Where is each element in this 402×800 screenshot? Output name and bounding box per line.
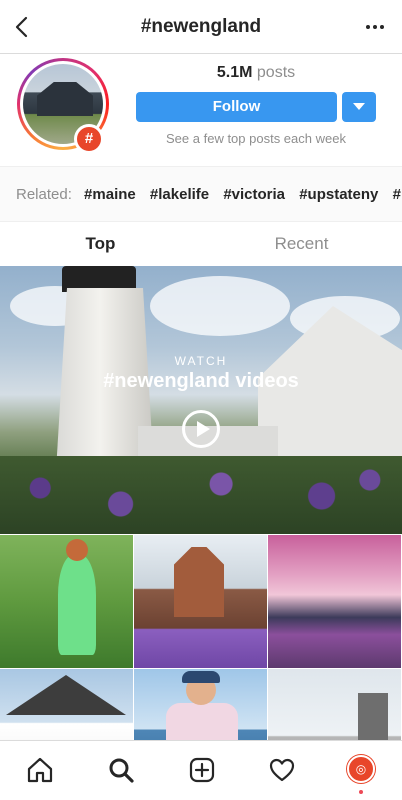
add-post-icon[interactable]	[187, 755, 217, 785]
posts-count-value: 5.1M	[216, 64, 253, 81]
related-tag[interactable]: #	[393, 186, 401, 203]
video-title: #newengland videos	[103, 370, 299, 392]
tab-recent[interactable]: Recent	[201, 234, 402, 254]
watch-label: WATCH	[174, 354, 228, 368]
tab-top[interactable]: Top	[0, 234, 201, 254]
follow-options-button[interactable]	[342, 92, 376, 122]
grid-post[interactable]	[0, 535, 133, 668]
top-bar: #newengland	[0, 0, 402, 54]
related-label: Related:	[16, 186, 72, 203]
grid-post[interactable]	[134, 669, 267, 740]
feed-tabs: Top Recent	[0, 222, 402, 266]
related-tag[interactable]: #upstateny	[299, 186, 378, 203]
grid-post[interactable]	[268, 535, 401, 668]
hashtag-badge-icon: #	[74, 124, 104, 154]
hashtag-profile: # 5.1M posts Follow See a few top posts …	[0, 54, 402, 166]
play-icon[interactable]	[182, 410, 220, 448]
post-grid	[0, 535, 402, 740]
profile-avatar[interactable]: ◎	[347, 755, 377, 785]
bottom-nav: ◎	[0, 740, 402, 800]
follow-hint: See a few top posts each week	[166, 131, 346, 146]
posts-count-label: posts	[256, 64, 296, 81]
grid-post[interactable]	[134, 535, 267, 668]
follow-button[interactable]: Follow	[136, 92, 337, 122]
notification-dot	[359, 790, 363, 794]
related-tag[interactable]: #lakelife	[150, 186, 209, 203]
related-tag[interactable]: #victoria	[223, 186, 285, 203]
search-icon[interactable]	[106, 755, 136, 785]
posts-count: 5.1M posts	[136, 64, 376, 82]
home-icon[interactable]	[25, 755, 55, 785]
grid-post[interactable]	[268, 669, 401, 740]
chevron-down-icon	[353, 103, 365, 110]
related-hashtags: Related: #maine #lakelife #victoria #ups…	[0, 166, 402, 222]
grid-post[interactable]	[0, 669, 133, 740]
related-tag[interactable]: #maine	[84, 186, 136, 203]
heart-icon[interactable]	[267, 755, 297, 785]
more-options-icon[interactable]	[362, 14, 388, 40]
page-title: #newengland	[140, 16, 262, 37]
featured-video[interactable]: WATCH #newengland videos	[0, 266, 402, 534]
